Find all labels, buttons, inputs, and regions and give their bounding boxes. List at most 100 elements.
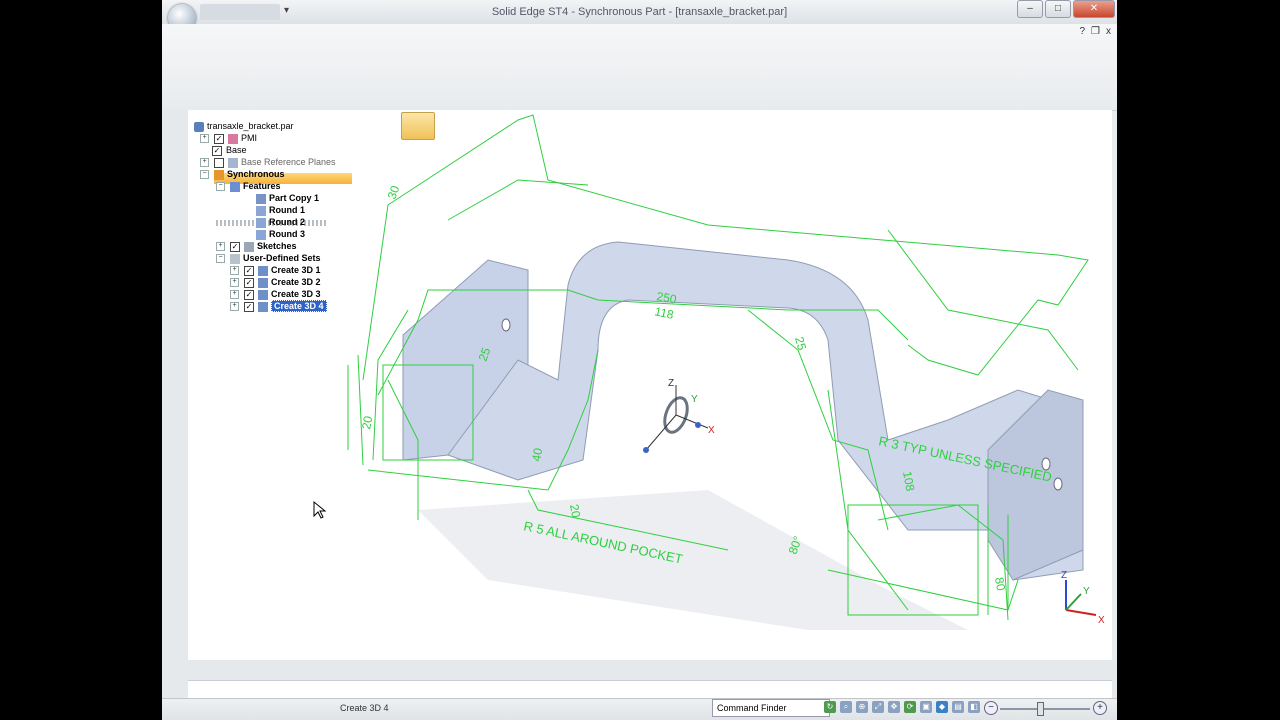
create3d-icon [258, 265, 268, 276]
rotate-icon[interactable]: ⟳ [904, 701, 916, 713]
doc-close-icon[interactable]: x [1106, 26, 1111, 37]
zoom-out-button[interactable]: − [984, 701, 998, 715]
display-icon[interactable]: ▤ [952, 701, 964, 713]
tree-item-label: Create 3D 3 [271, 289, 321, 299]
dimension-text: 25 [792, 335, 809, 352]
tree-item-sketches[interactable]: + ✓ Sketches [216, 240, 297, 252]
minimize-button[interactable]: – [1017, 0, 1043, 18]
clip-icon[interactable]: ◧ [968, 701, 980, 713]
tree-item-synchronous[interactable]: − Synchronous [200, 168, 285, 180]
expand-icon[interactable]: + [230, 290, 239, 300]
tree-item-label: User-Defined Sets [243, 253, 321, 263]
tree-item-features[interactable]: − Features [216, 180, 281, 192]
tree-item-create-3d-1[interactable]: + ✓ Create 3D 1 [230, 264, 321, 276]
zoom-slider-thumb[interactable] [1037, 702, 1044, 716]
expand-icon[interactable]: + [230, 278, 239, 288]
create3d-icon [258, 289, 268, 300]
hole [501, 318, 511, 332]
collapse-icon[interactable]: − [216, 254, 225, 264]
left-dock-strip [162, 110, 188, 700]
tree-item-round-3[interactable]: Round 3 [256, 228, 305, 240]
visibility-checkbox[interactable]: ✓ [230, 241, 240, 252]
visibility-checkbox[interactable]: ✓ [244, 289, 254, 300]
visibility-checkbox[interactable]: ✓ [212, 145, 222, 156]
tree-item-create-3d-2[interactable]: + ✓ Create 3D 2 [230, 276, 321, 288]
pathfinder-pin-button[interactable] [401, 112, 435, 140]
expand-icon[interactable]: + [200, 158, 209, 168]
pan-icon[interactable]: ✥ [888, 701, 900, 713]
dimension-text: 20 [359, 415, 375, 431]
expand-icon[interactable]: + [200, 134, 209, 144]
visibility-checkbox[interactable]: ✓ [244, 277, 254, 288]
dimension-text: 80 [992, 576, 1008, 592]
planes-icon [228, 157, 238, 168]
maximize-button[interactable]: □ [1045, 0, 1071, 18]
tree-item-base[interactable]: ✓ Base [212, 144, 247, 156]
visibility-checkbox[interactable]: ✓ [214, 133, 224, 144]
tree-item-label: PMI [241, 133, 258, 143]
round-icon [256, 205, 266, 216]
zoom-icon[interactable]: ⊕ [856, 701, 868, 713]
close-button[interactable]: ✕ [1073, 0, 1115, 18]
tree-root[interactable]: transaxle_bracket.par [194, 120, 294, 132]
tree-item-user-defined-sets[interactable]: − User-Defined Sets [216, 252, 321, 264]
tree-item-label: Create 3D 4 [271, 300, 327, 312]
tree-item-part-copy-1[interactable]: Part Copy 1 [256, 192, 319, 204]
visibility-checkbox[interactable] [214, 157, 224, 168]
dimension-text: 118 [653, 304, 675, 322]
restore-icon[interactable]: ❐ [1091, 26, 1100, 37]
round-icon [256, 229, 266, 240]
tree-item-label: Sketches [257, 241, 297, 251]
create3d-icon [258, 301, 268, 312]
steering-wheel[interactable]: Z Y X [643, 378, 715, 453]
collapse-icon[interactable]: − [216, 182, 225, 192]
visibility-checkbox[interactable]: ✓ [244, 301, 254, 312]
tree-item-round-2[interactable]: Round 2 [256, 216, 305, 228]
wheel-z-label: Z [668, 378, 674, 389]
dimension-text: 40 [529, 447, 545, 463]
view-icon[interactable]: ▣ [920, 701, 932, 713]
window-title: Solid Edge ST4 - Synchronous Part - [tra… [491, 6, 788, 18]
tree-item-label: Base Reference Planes [241, 157, 336, 167]
expand-icon[interactable]: + [230, 266, 239, 276]
graphics-window[interactable]: 250 118 25 25 40 20 80° 108 80 20 30 R 5… [188, 110, 1112, 660]
dimension-text: 30 [385, 183, 403, 201]
mouse-cursor-icon [313, 500, 327, 519]
visibility-checkbox[interactable]: ✓ [244, 265, 254, 276]
set-icon [230, 253, 240, 264]
command-finder-input[interactable]: Command Finder [712, 699, 830, 717]
triad-x-label: X [1098, 615, 1105, 626]
view-tools: ↻ ⌕ ⊕ ⤢ ✥ ⟳ ▣ ◆ ▤ ◧ [824, 701, 980, 713]
tree-item-create-3d-3[interactable]: + ✓ Create 3D 3 [230, 288, 321, 300]
tree-item-pmi[interactable]: + ✓ PMI [200, 132, 257, 144]
solid-edge-window: ▾ Solid Edge ST4 - Synchronous Part - [t… [162, 0, 1117, 720]
zoom-in-button[interactable]: + [1093, 701, 1107, 715]
tree-item-label: Features [243, 181, 281, 191]
tree-item-create-3d-4[interactable]: + ✓ Create 3D 4 [230, 300, 327, 312]
style-icon[interactable]: ◆ [936, 701, 948, 713]
ground-shadow [418, 490, 968, 630]
model-view[interactable]: 250 118 25 25 40 20 80° 108 80 20 30 R 5… [188, 110, 1112, 660]
tree-item-round-1[interactable]: Round 1 [256, 204, 305, 216]
expand-icon[interactable]: + [230, 302, 239, 312]
fit-icon[interactable]: ⤢ [872, 701, 884, 713]
refresh-icon[interactable]: ↻ [824, 701, 836, 713]
hole [1053, 477, 1063, 491]
tree-item-label: Round 3 [269, 229, 305, 239]
tree-item-label: Part Copy 1 [269, 193, 320, 203]
view-triad: Z Y X [1061, 570, 1105, 626]
triad-z-label: Z [1061, 570, 1067, 581]
triad-y-label: Y [1083, 586, 1090, 597]
dimension-text: 20 [567, 503, 583, 519]
tree-item-label: Round 1 [269, 205, 305, 215]
tree-item-base-reference-planes[interactable]: + Base Reference Planes [200, 156, 336, 168]
ribbon-controls: ? ❐ x [1079, 26, 1111, 37]
zoom-slider-track[interactable] [1000, 708, 1090, 710]
tree-item-label: Synchronous [227, 169, 285, 179]
prompt-bar [188, 680, 1112, 699]
zoom-area-icon[interactable]: ⌕ [840, 701, 852, 713]
help-icon[interactable]: ? [1079, 26, 1085, 37]
expand-icon[interactable]: + [216, 242, 225, 252]
status-bar: Create 3D 4 Command Finder ↻ ⌕ ⊕ ⤢ ✥ ⟳ ▣… [162, 698, 1117, 720]
collapse-icon[interactable]: − [200, 170, 209, 180]
